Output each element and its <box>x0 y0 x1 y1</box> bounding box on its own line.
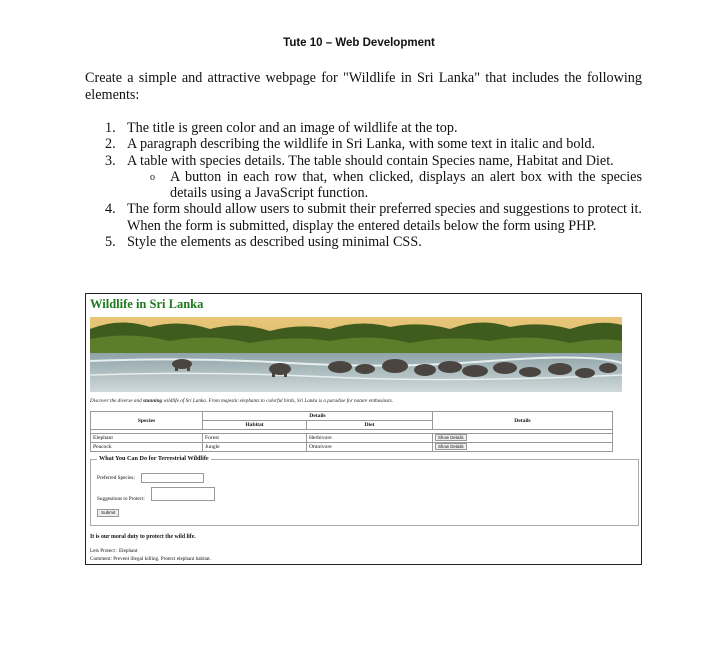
moral-statement: It is our moral duty to protect the wild… <box>90 534 196 540</box>
diet-cell: Omnivore <box>306 442 433 452</box>
wildlife-page-title: Wildlife in Sri Lanka <box>90 297 204 311</box>
wildlife-description: Discover the diverse and stunning wildli… <box>90 398 393 404</box>
requirements-list: 1. The title is green color and an image … <box>85 120 642 250</box>
document-title: Tute 10 – Web Development <box>283 37 435 49</box>
item-number: 1. <box>105 120 116 136</box>
table-row: Peacock Jungle Omnivore Show Details <box>90 442 613 452</box>
wildlife-form: What You Can Do for Terrestrial Wildlife… <box>90 455 639 526</box>
form-legend: What You Can Do for Terrestrial Wildlife <box>97 455 211 462</box>
description-text: Discover the diverse and <box>90 398 144 404</box>
subitem-text: A button in each row that, when clicked,… <box>170 168 642 202</box>
requirement-item: 2. A paragraph describing the wildlife in… <box>85 136 642 152</box>
example-webpage-screenshot: Wildlife in Sri Lanka Discover the diver… <box>85 293 642 565</box>
item-number: 2. <box>105 136 116 153</box>
species-cell: Peacock <box>90 442 203 452</box>
item-number: 3. <box>105 152 116 169</box>
submit-button[interactable]: Submit <box>97 509 120 517</box>
preferred-species-input[interactable] <box>141 473 204 483</box>
result-species: Lets Protect : Elephant <box>90 548 138 554</box>
habitat-cell: Jungle <box>202 442 307 452</box>
wildlife-photo-icon <box>90 317 622 392</box>
item-number: 5. <box>105 234 116 251</box>
item-text: Style the elements as described using mi… <box>127 234 422 251</box>
intro-paragraph: Create a simple and attractive webpage f… <box>85 70 642 103</box>
requirement-item: 1. The title is green color and an image … <box>85 120 642 136</box>
show-details-button[interactable]: Show Details <box>435 434 467 441</box>
item-text: The form should allow users to submit th… <box>127 201 642 234</box>
details-cell: Show Details <box>432 442 613 452</box>
details-group-header: Details <box>202 411 433 421</box>
habitat-cell: Forest <box>202 433 307 443</box>
requirement-item: 5. Style the elements as described using … <box>85 234 642 250</box>
diet-cell: Herbivore <box>306 433 433 443</box>
suggestions-label: Suggestions to Protect: <box>97 496 145 502</box>
circle-bullet-icon: o <box>150 171 155 183</box>
species-header: Species <box>90 411 203 430</box>
requirement-item: 3. A table with species details. The tabl… <box>85 153 642 169</box>
show-details-button[interactable]: Show Details <box>435 443 467 450</box>
species-cell: Elephant <box>90 433 203 443</box>
result-comment: Comment: Prevent illegal killing. Protec… <box>90 556 212 562</box>
preferred-species-label: Preferred Species: <box>97 475 135 481</box>
elephant-herd-image <box>90 317 622 392</box>
habitat-header: Habitat <box>202 420 307 430</box>
requirement-item: 4. The form should allow users to submit … <box>85 201 642 234</box>
description-bold-text: stunning <box>143 398 163 404</box>
diet-header: Diet <box>306 420 433 430</box>
suggestions-textarea[interactable] <box>151 487 215 501</box>
requirement-subitem: o A button in each row that, when clicked… <box>85 169 642 202</box>
item-number: 4. <box>105 201 116 218</box>
species-table: Species Details Details Habitat Diet Ele… <box>90 411 613 452</box>
details-header: Details <box>432 411 613 430</box>
table-row: Elephant Forest Herbivore Show Details <box>90 433 613 443</box>
item-text: The title is green color and an image of… <box>127 120 458 136</box>
item-text: A table with species details. The table … <box>127 152 614 169</box>
description-text: wildlife of Sri Lanka. From majestic ele… <box>162 398 394 404</box>
details-cell: Show Details <box>432 433 613 443</box>
item-text: A paragraph describing the wildlife in S… <box>127 136 596 153</box>
